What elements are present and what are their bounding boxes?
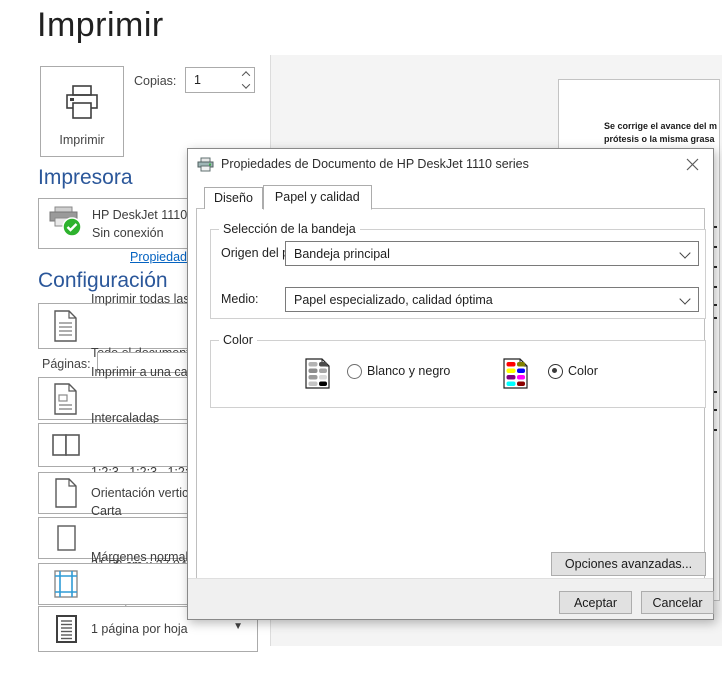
collated-icon xyxy=(51,432,81,458)
media-label: Medio: xyxy=(221,292,259,306)
paper-size-icon xyxy=(51,523,81,553)
setting-line-1: 1 página por hoja xyxy=(91,622,188,636)
dropdown-arrow-icon: ▼ xyxy=(233,621,243,632)
media-select[interactable]: Papel especializado, calidad óptima xyxy=(285,287,699,312)
color-swatch-icon xyxy=(503,358,528,392)
tab-diseno[interactable]: Diseño xyxy=(204,187,263,209)
close-icon[interactable] xyxy=(671,149,713,179)
radio-blanco-y-negro[interactable] xyxy=(347,364,362,379)
preview-line-2: prótesis o la misma grasa xyxy=(604,134,715,144)
copies-input[interactable] xyxy=(186,68,238,92)
print-one-sided-icon xyxy=(51,382,81,415)
chevron-down-icon xyxy=(241,80,251,89)
print-all-pages-icon xyxy=(51,310,81,342)
dialog-titlebar: Propiedades de Documento de HP DeskJet 1… xyxy=(188,149,713,179)
page-title: Imprimir xyxy=(37,6,164,44)
copies-label: Copias: xyxy=(134,74,177,88)
copies-stepper xyxy=(185,67,255,93)
preview-line-1: Se corrige el avance del m xyxy=(604,121,718,131)
margins-icon xyxy=(51,569,81,599)
dialog-tabs: Diseño Papel y calidad xyxy=(204,185,372,210)
setting-line-1: Imprimir todas las xyxy=(91,292,190,306)
chevron-down-icon xyxy=(679,293,691,305)
printer-icon xyxy=(66,85,98,119)
radio-color-label[interactable]: Color xyxy=(568,364,598,378)
setting-line-1: Intercaladas xyxy=(91,411,160,425)
print-button-label: Imprimir xyxy=(59,133,105,147)
copies-decrement-button[interactable] xyxy=(238,80,254,92)
dialog-title: Propiedades de Documento de HP DeskJet 1… xyxy=(221,157,529,171)
grayscale-swatch-icon xyxy=(305,358,330,392)
tray-group-legend: Selección de la bandeja xyxy=(219,222,360,236)
chevron-up-icon xyxy=(241,71,251,80)
color-group: Color Blanco y negro Color xyxy=(210,333,706,408)
chevron-down-icon xyxy=(679,247,691,259)
color-group-legend: Color xyxy=(219,333,257,347)
setting-line-1: Márgenes normale xyxy=(91,550,196,564)
radio-blanco-y-negro-label[interactable]: Blanco y negro xyxy=(367,364,450,378)
printer-properties-dialog: Propiedades de Documento de HP DeskJet 1… xyxy=(187,148,714,620)
dialog-printer-icon xyxy=(197,157,214,175)
pages-label: Páginas: xyxy=(42,357,91,371)
print-button[interactable]: Imprimir xyxy=(40,66,124,157)
printer-status-icon xyxy=(46,203,86,244)
tab-page-papel-y-calidad: Selección de la bandeja Origen del papel… xyxy=(196,208,706,580)
cancel-button[interactable]: Cancelar xyxy=(641,591,714,614)
radio-color[interactable] xyxy=(548,364,563,379)
advanced-options-button[interactable]: Opciones avanzadas... xyxy=(551,552,706,576)
portrait-orientation-icon xyxy=(51,478,81,508)
pages-per-sheet-icon xyxy=(51,614,81,644)
tray-selection-group: Selección de la bandeja Origen del papel… xyxy=(210,222,706,319)
media-value: Papel especializado, calidad óptima xyxy=(294,292,493,307)
copies-increment-button[interactable] xyxy=(238,68,254,80)
accept-button[interactable]: Aceptar xyxy=(559,591,632,614)
paper-source-select[interactable]: Bandeja principal xyxy=(285,241,699,266)
printer-section-heading: Impresora xyxy=(38,166,133,189)
paper-source-value: Bandeja principal xyxy=(294,246,390,261)
dialog-footer: Aceptar Cancelar xyxy=(188,578,714,619)
tab-papel-y-calidad[interactable]: Papel y calidad xyxy=(262,185,372,210)
preview-document-text: Se corrige el avance del m prótesis o la… xyxy=(604,120,719,146)
